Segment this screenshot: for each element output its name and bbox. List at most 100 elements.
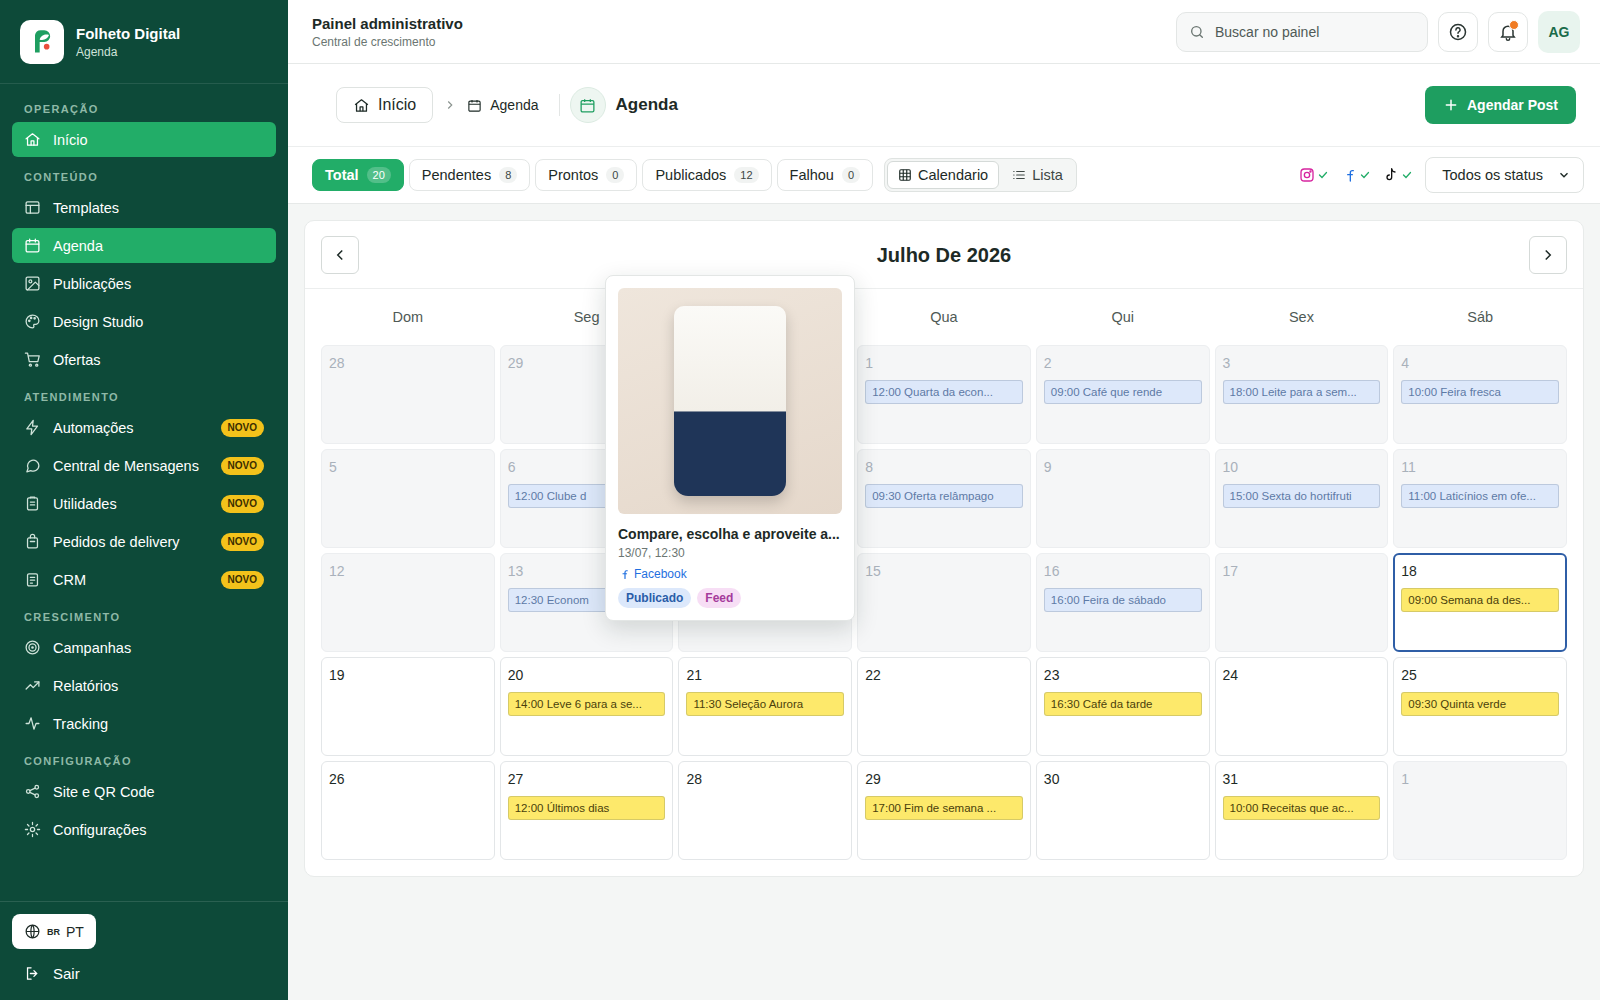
sidebar-item[interactable]: Site e QR Code [12,774,276,809]
day-cell[interactable]: 19 [321,657,495,756]
sidebar-item[interactable]: Central de MensagensNOVO [12,448,276,483]
prev-month-button[interactable] [321,236,359,274]
new-badge: NOVO [221,495,264,513]
day-cell[interactable]: 1111:00 Laticínios em ofe... [1393,449,1567,548]
calendar-event[interactable]: 18:00 Leite para a sem... [1223,380,1381,404]
day-cell[interactable]: 1 [1393,761,1567,860]
day-cell[interactable]: 30 [1036,761,1210,860]
sidebar-item[interactable]: Templates [12,190,276,225]
channel-status[interactable] [1341,167,1371,183]
day-cell[interactable]: 318:00 Leite para a sem... [1215,345,1389,444]
calendar-event[interactable]: 09:00 Café que rende [1044,380,1202,404]
user-avatar[interactable]: AG [1538,11,1580,53]
sidebar-item[interactable]: Design Studio [12,304,276,339]
calendar-event[interactable]: 15:00 Sexta do hortifruti [1223,484,1381,508]
brand[interactable]: Folheto DigitalAgenda [0,0,288,84]
breadcrumb-item[interactable]: Agenda [467,97,548,113]
calendar-event[interactable]: 12:00 Quarta da econ... [865,380,1023,404]
schedule-post-button[interactable]: Agendar Post [1425,86,1576,124]
day-cell[interactable]: 20 14:00 Leve 6 para a se... [500,657,674,756]
day-cell[interactable]: 9 [1036,449,1210,548]
sidebar-item[interactable]: UtilidadesNOVO [12,486,276,521]
post-channel[interactable]: Facebook [618,567,842,581]
calendar-event[interactable]: 11:30 Seleção Aurora [686,692,844,716]
day-cell[interactable]: 17 [1215,553,1389,652]
sidebar-item[interactable]: Publicações [12,266,276,301]
day-cell[interactable]: 2111:30 Seleção Aurora [678,657,852,756]
day-cell[interactable]: 410:00 Feira fresca [1393,345,1567,444]
calendar-event[interactable]: 09:30 Oferta relâmpago [865,484,1023,508]
search-field[interactable] [1176,12,1428,52]
calendar-event[interactable]: 16:30 Café da tarde [1044,692,1202,716]
sidebar-item[interactable]: Configurações [12,812,276,847]
view-option[interactable]: Lista [1001,161,1074,189]
day-cell[interactable]: 112:00 Quarta da econ... [857,345,1031,444]
day-cell[interactable]: 3110:00 Receitas que ac... [1215,761,1389,860]
sidebar-item[interactable]: AutomaçõesNOVO [12,410,276,445]
day-number: 24 [1223,667,1381,683]
calendar-event[interactable]: 11:00 Laticínios em ofe... [1401,484,1559,508]
sidebar-item[interactable]: Relatórios [12,668,276,703]
day-cell[interactable]: 24 [1215,657,1389,756]
filter-chip[interactable]: Falhou0 [777,159,873,191]
sidebar-item[interactable]: Tracking [12,706,276,741]
breadcrumb-home[interactable]: Início [336,87,433,123]
sidebar-item-label: Templates [53,200,119,216]
page-icon [570,87,606,123]
day-cell[interactable]: 22 [857,657,1031,756]
home-icon [353,97,370,114]
calendar-event[interactable]: 09:30 Quinta verde [1401,692,1559,716]
filter-count: 20 [367,167,391,183]
day-cell[interactable]: 1616:00 Feira de sábado [1036,553,1210,652]
calendar-event[interactable]: 10:00 Feira fresca [1401,380,1559,404]
calendar-event[interactable]: 12:00 Últimos dias [508,796,666,820]
sidebar-item[interactable]: CRMNOVO [12,562,276,597]
notifications-button[interactable] [1488,12,1528,52]
calendar-event[interactable]: 09:00 Semana da des... [1401,588,1559,612]
view-option[interactable]: Calendario [887,161,999,189]
day-cell[interactable]: 2316:30 Café da tarde [1036,657,1210,756]
day-cell[interactable]: 29 17:00 Fim de semana ... [857,761,1031,860]
day-number: 15 [865,563,1023,579]
sidebar-item[interactable]: Campanhas [12,630,276,665]
day-cell[interactable]: 2509:30 Quinta verde [1393,657,1567,756]
day-cell[interactable]: 5 [321,449,495,548]
channel-status[interactable] [1299,167,1329,183]
day-cell[interactable]: 18 09:00 Semana da des... [1393,553,1567,652]
sidebar-item[interactable]: Início [12,122,276,157]
day-cell[interactable]: 809:30 Oferta relâmpago [857,449,1031,548]
language-button[interactable]: BRPT [12,914,96,949]
day-number: 30 [1044,771,1202,787]
day-cell[interactable]: 28 [321,345,495,444]
brand-text: Folheto DigitalAgenda [76,25,180,59]
channel-status[interactable] [1383,167,1413,183]
day-cell[interactable]: 12 [321,553,495,652]
day-number: 18 [1401,563,1559,579]
day-cell[interactable]: 2712:00 Últimos dias [500,761,674,860]
status-select[interactable]: Todos os status [1425,157,1584,193]
search-input[interactable] [1213,23,1415,41]
calendar-event[interactable]: 16:00 Feira de sábado [1044,588,1202,612]
day-cell[interactable]: 28 [678,761,852,860]
day-cell[interactable]: 209:00 Café que rende [1036,345,1210,444]
check-icon [1401,169,1413,181]
sidebar-item[interactable]: Agenda [12,228,276,263]
sidebar-item[interactable]: Pedidos de deliveryNOVO [12,524,276,559]
filter-chip[interactable]: Total20 [312,159,404,191]
day-cell[interactable]: 1015:00 Sexta do hortifruti [1215,449,1389,548]
day-number: 5 [329,459,487,475]
filter-chip[interactable]: Publicados12 [642,159,771,191]
filter-chip[interactable]: Prontos0 [535,159,637,191]
logout-link[interactable]: Sair [12,961,276,986]
day-cell[interactable]: 15 [857,553,1031,652]
calendar-event[interactable]: 17:00 Fim de semana ... [865,796,1023,820]
sidebar-item[interactable]: Ofertas [12,342,276,377]
filter-chip[interactable]: Pendentes8 [409,159,530,191]
calendar-event[interactable]: 10:00 Receitas que ac... [1223,796,1381,820]
day-cell[interactable]: 26 [321,761,495,860]
day-number: 20 [508,667,666,683]
next-month-button[interactable] [1529,236,1567,274]
calendar-event[interactable]: 14:00 Leve 6 para a se... [508,692,666,716]
help-button[interactable] [1438,12,1478,52]
day-number: 29 [865,771,1023,787]
